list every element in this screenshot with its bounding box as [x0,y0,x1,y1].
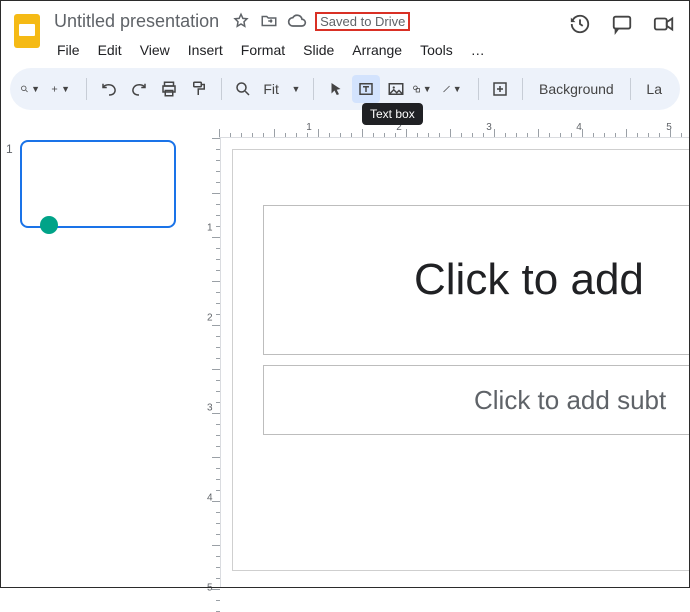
select-tool-button[interactable] [322,75,350,103]
star-icon[interactable] [231,11,251,31]
layout-button[interactable]: La [638,81,670,97]
doc-title[interactable]: Untitled presentation [50,10,223,33]
insert-line-button[interactable]: ▼ [442,75,470,103]
filmstrip: 1 [0,120,195,588]
move-folder-icon[interactable] [259,11,279,31]
undo-button[interactable] [95,75,123,103]
menu-format[interactable]: Format [234,40,292,60]
tooltip-text-box: Text box [362,103,423,125]
slide-number: 1 [6,140,20,580]
print-button[interactable] [155,75,183,103]
slides-logo[interactable] [10,8,44,54]
presence-dot-icon [40,216,58,234]
insert-image-button[interactable] [382,75,410,103]
ruler-v-label: 3 [207,403,213,414]
slide-thumbnail-1[interactable] [20,140,176,228]
history-icon[interactable] [568,12,592,36]
toolbar-separator [86,78,87,100]
text-box-button[interactable] [352,75,380,103]
search-menus-button[interactable]: ▼ [20,75,48,103]
toolbar: ▼ ▼ Fit ▼ [10,68,680,110]
slide-canvas[interactable]: Click to add Click to add subt [233,150,690,570]
ruler-h-label: 1 [306,122,312,133]
zoom-fit-label[interactable]: Fit [259,81,283,97]
ruler-v-label: 2 [207,313,213,324]
menu-arrange[interactable]: Arrange [345,40,409,60]
insert-shape-button[interactable]: ▼ [412,75,440,103]
toolbar-separator [313,78,314,100]
title-placeholder[interactable]: Click to add [263,205,690,355]
ruler-v-label: 1 [207,223,213,234]
ruler-v-label: 5 [207,583,213,594]
background-button[interactable]: Background [531,81,622,97]
horizontal-ruler[interactable]: 1 2 3 4 5 6 [219,120,690,138]
menu-insert[interactable]: Insert [181,40,230,60]
ruler-h-label: 4 [576,122,582,133]
subtitle-placeholder[interactable]: Click to add subt [263,365,690,435]
zoom-tool-button[interactable] [229,75,257,103]
menu-bar: File Edit View Insert Format Slide Arran… [50,38,568,62]
insert-comment-button[interactable] [486,75,514,103]
menu-edit[interactable]: Edit [91,40,129,60]
zoom-dropdown[interactable]: ▼ [285,75,305,103]
redo-button[interactable] [125,75,153,103]
cloud-saved-icon[interactable] [287,11,307,31]
save-status-badge[interactable]: Saved to Drive [315,12,410,31]
menu-more[interactable]: … [464,40,492,60]
menu-view[interactable]: View [133,40,177,60]
canvas-area: 1 2 3 4 5 6 1 2 3 4 5 Click to add Click… [195,120,690,588]
vertical-ruler[interactable]: 1 2 3 4 5 [207,138,221,588]
toolbar-separator [630,78,631,100]
toolbar-separator [522,78,523,100]
ruler-h-label: 3 [486,122,492,133]
meet-icon[interactable] [652,12,676,36]
menu-tools[interactable]: Tools [413,40,460,60]
new-slide-button[interactable]: ▼ [50,75,78,103]
toolbar-separator [478,78,479,100]
comments-icon[interactable] [610,12,634,36]
menu-slide[interactable]: Slide [296,40,341,60]
toolbar-separator [221,78,222,100]
paint-format-button[interactable] [185,75,213,103]
menu-file[interactable]: File [50,40,87,60]
